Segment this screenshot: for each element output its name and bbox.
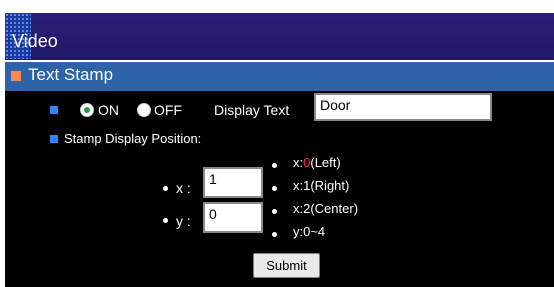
row2-bullet-icon [50,135,58,143]
x-bullet-icon [163,186,168,191]
y-input[interactable]: 0 [203,202,263,233]
off-label: OFF [154,102,182,118]
page-title: Video [12,31,58,51]
off-radio[interactable] [137,103,151,117]
hint-x-left-suffix: (Left) [310,155,341,170]
hint-x-left-prefix: x: [293,155,304,170]
stamp-position-label: Stamp Display Position: [64,131,202,146]
hint-bullet-icon [272,232,277,237]
x-input[interactable]: 1 [203,167,263,198]
on-radio[interactable] [80,103,94,117]
top-whitespace [0,0,554,8]
hint-bullet-icon [272,163,277,168]
hint-y-range: y:0~4 [293,224,326,239]
y-label: y : [176,213,191,229]
title-bar [5,13,554,60]
section-square-icon [11,71,21,81]
on-label: ON [98,102,119,118]
hint-x-center: x:2(Center) [293,201,359,216]
hint-bullet-icon [272,186,277,191]
submit-button[interactable]: Submit [253,253,320,278]
x-label: x : [176,180,191,196]
hint-x-right: x:1(Right) [293,178,350,193]
y-bullet-icon [163,218,168,223]
display-text-label: Display Text [214,102,290,118]
row1-bullet-icon [50,106,58,114]
hint-x-left: x:0(Left) [293,155,341,171]
hint-bullet-icon [272,209,277,214]
display-text-input[interactable]: Door [314,93,492,121]
section-title: Text Stamp [28,65,114,84]
